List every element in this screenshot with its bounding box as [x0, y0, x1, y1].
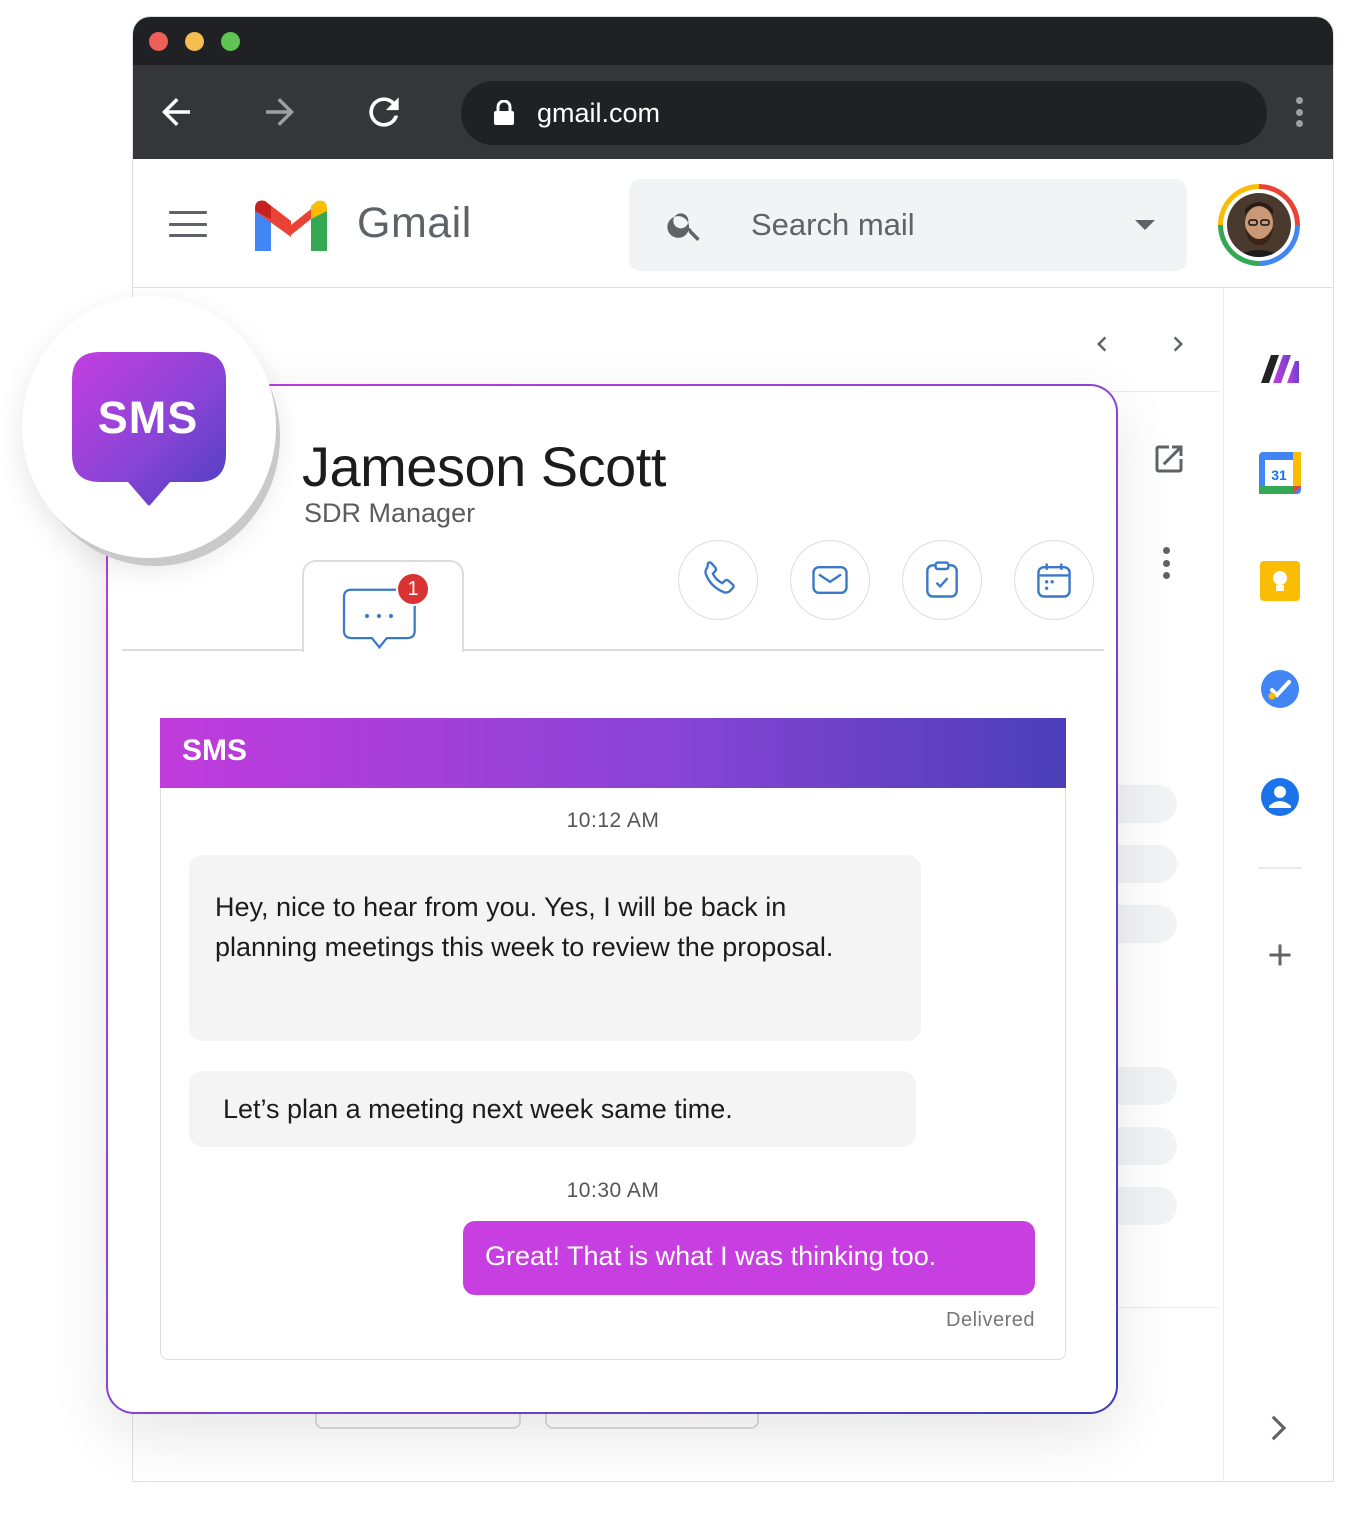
browser-toolbar: gmail.com: [133, 65, 1333, 159]
sms-logo-text: SMS: [97, 392, 199, 443]
side-panel: 31: [1223, 289, 1333, 1481]
search-input[interactable]: Search mail: [751, 207, 915, 243]
gmail-header: Gmail Search mail: [133, 159, 1333, 288]
reload-icon: [369, 97, 399, 127]
reload-button[interactable]: [361, 89, 407, 135]
delivery-status: Delivered: [946, 1309, 1035, 1331]
sms-conversation: SMS 10:12 AM Hey, nice to hear from you.…: [160, 718, 1066, 1360]
side-app-brand[interactable]: [1258, 347, 1302, 391]
side-app-tasks[interactable]: [1258, 667, 1302, 711]
side-app-contacts[interactable]: [1258, 775, 1302, 819]
unread-badge: 1: [396, 572, 430, 606]
app-logo-icon: [1261, 355, 1299, 383]
chevron-left-icon[interactable]: [1087, 329, 1117, 359]
lock-icon: [494, 100, 514, 125]
tab-sms[interactable]: 1: [302, 560, 464, 652]
close-window-button[interactable]: [149, 32, 168, 51]
message-text-line: Hey, nice to hear from you. Yes, I will …: [215, 892, 787, 922]
main-menu-icon[interactable]: [169, 211, 207, 237]
title-bar: [133, 17, 1333, 65]
contact-card: Jameson Scott SDR Manager 1 SMS 10:12 AM…: [106, 384, 1118, 1414]
call-button[interactable]: [678, 540, 758, 620]
incoming-message: Hey, nice to hear from you. Yes, I will …: [189, 855, 921, 1041]
search-options-caret-icon[interactable]: [1135, 220, 1155, 230]
phone-icon: [704, 561, 735, 594]
arrow-right-icon: [266, 98, 294, 126]
message-timestamp: 10:12 AM: [566, 809, 660, 832]
email-button[interactable]: [790, 540, 870, 620]
incoming-message: Let’s plan a meeting next week same time…: [189, 1071, 916, 1147]
forward-button[interactable]: [257, 89, 303, 135]
minimize-window-button[interactable]: [185, 32, 204, 51]
message-text: Let’s plan a meeting next week same time…: [223, 1094, 733, 1124]
calendar-icon: [1037, 563, 1071, 598]
expand-panel-chevron-icon[interactable]: [1268, 1413, 1290, 1443]
gmail-logo-icon: [255, 200, 327, 251]
add-app-plus-icon[interactable]: [1262, 937, 1298, 973]
message-text-line: planning meetings this week to review th…: [215, 932, 834, 962]
side-app-keep[interactable]: [1258, 559, 1302, 603]
contact-role: SDR Manager: [304, 498, 476, 528]
contact-name: Jameson Scott: [302, 435, 666, 498]
back-button[interactable]: [153, 89, 199, 135]
profile-photo: [1227, 193, 1291, 257]
maximize-window-button[interactable]: [221, 32, 240, 51]
schedule-meeting-button[interactable]: [1014, 540, 1094, 620]
google-tasks-icon: [1261, 670, 1299, 708]
google-keep-icon: [1260, 561, 1300, 601]
message-timestamp: 10:30 AM: [566, 1179, 660, 1202]
account-avatar[interactable]: [1218, 184, 1300, 266]
google-contacts-icon: [1261, 778, 1299, 816]
side-app-calendar[interactable]: 31: [1258, 451, 1302, 495]
open-in-new-window-icon[interactable]: [1151, 441, 1187, 477]
chevron-right-icon[interactable]: [1163, 329, 1193, 359]
google-calendar-icon: 31: [1259, 452, 1301, 494]
more-options-icon[interactable]: [1161, 547, 1171, 579]
task-button[interactable]: [902, 540, 982, 620]
message-text: Great! That is what I was thinking too.: [485, 1241, 937, 1271]
search-bar[interactable]: Search mail: [629, 179, 1187, 271]
gmail-wordmark: Gmail: [357, 199, 472, 247]
address-bar[interactable]: gmail.com: [461, 81, 1267, 145]
task-clipboard-icon: [926, 561, 958, 598]
email-icon: [812, 565, 848, 595]
browser-menu-button[interactable]: [1293, 97, 1305, 127]
calendar-day: 31: [1271, 467, 1287, 483]
outgoing-message: Great! That is what I was thinking too.: [463, 1221, 1035, 1295]
url-text: gmail.com: [537, 97, 661, 128]
search-icon[interactable]: [665, 205, 705, 245]
arrow-left-icon: [162, 98, 190, 126]
sms-header: SMS: [160, 718, 1066, 788]
